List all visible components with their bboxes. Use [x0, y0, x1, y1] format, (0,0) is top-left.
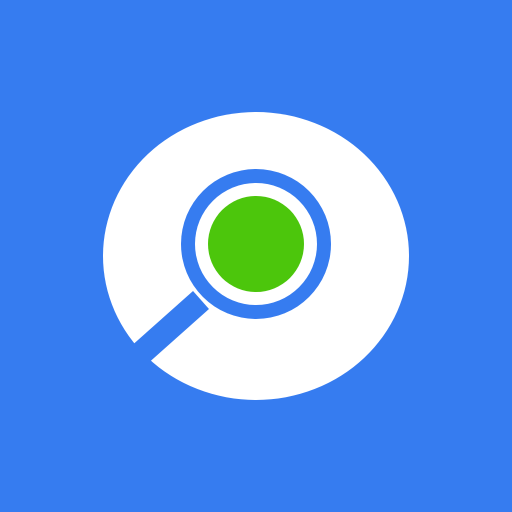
search-location-app-icon: [0, 0, 512, 512]
location-dot-icon: [208, 196, 304, 292]
app-icon-canvas: [0, 0, 512, 512]
